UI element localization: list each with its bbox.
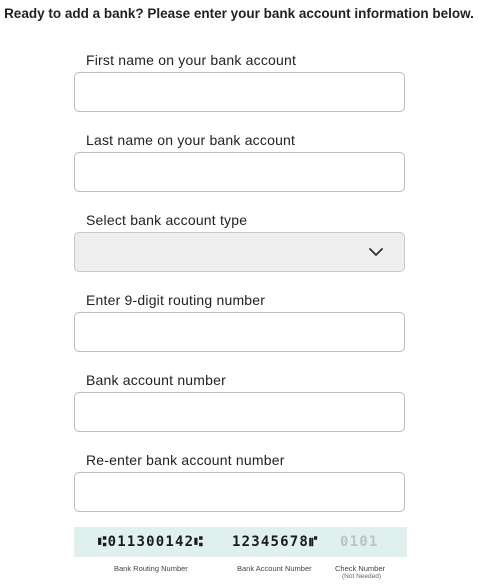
confirm-account-number-label: Re-enter bank account number [86, 452, 285, 468]
routing-number-label: Enter 9-digit routing number [86, 292, 266, 308]
last-name-label: Last name on your bank account [86, 132, 296, 148]
account-micr-digits: 12345678⑈ [232, 534, 319, 550]
first-name-input[interactable] [74, 72, 405, 112]
check-number-subcaption: (Not Needed) [342, 573, 382, 580]
routing-caption: Bank Routing Number [114, 564, 188, 573]
check-micr-digits: 0101 [340, 534, 379, 550]
account-number-label: Bank account number [86, 372, 226, 388]
last-name-input[interactable] [74, 152, 405, 192]
account-type-label: Select bank account type [86, 212, 248, 228]
first-name-label: First name on your bank account [86, 52, 297, 68]
account-caption: Bank Account Number [237, 564, 312, 573]
check-number-caption: Check Number [335, 564, 386, 573]
routing-micr-digits: ⑆011300142⑆ [98, 534, 204, 550]
check-diagram: ⑆011300142⑆ 12345678⑈ 0101 [74, 527, 407, 557]
account-number-input[interactable] [74, 392, 405, 432]
routing-number-input[interactable] [74, 312, 405, 352]
confirm-account-number-input[interactable] [74, 472, 405, 512]
page-title: Ready to add a bank? Please enter your b… [4, 6, 474, 21]
account-type-select[interactable] [74, 232, 405, 272]
chevron-down-icon [369, 248, 383, 256]
